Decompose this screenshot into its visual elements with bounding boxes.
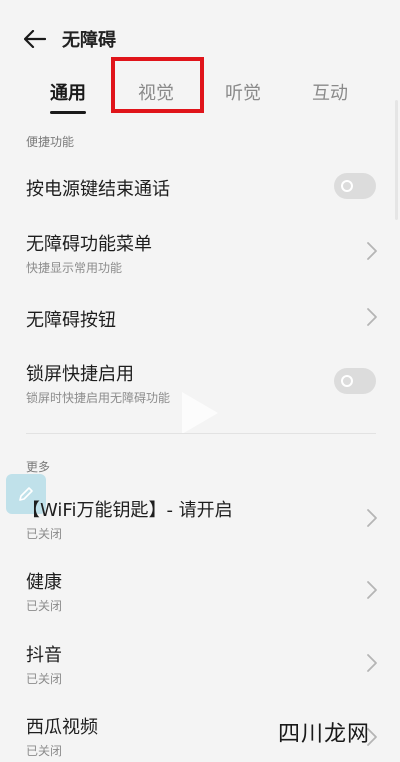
tab-bar: 通用 视觉 听觉 互动 [0, 70, 400, 114]
tab-label: 通用 [50, 83, 86, 104]
tab-hearing[interactable]: 听觉 [198, 70, 288, 114]
tab-vision[interactable]: 视觉 [111, 70, 201, 114]
list-item-douyin[interactable]: 抖音 已关闭 [0, 631, 400, 695]
toggle-switch[interactable] [334, 173, 376, 199]
list-item-subtitle: 已关闭 [26, 672, 63, 686]
tab-label: 听觉 [225, 83, 261, 104]
toggle-knob [341, 180, 353, 192]
play-icon [182, 392, 218, 434]
chevron-right-icon [367, 308, 377, 326]
list-item-subtitle: 快捷显示常用功能 [26, 261, 123, 275]
chevron-right-icon [367, 242, 377, 260]
list-item-power-key-end-call[interactable]: 按电源键结束通话 [0, 160, 400, 212]
list-item-subtitle: 已关闭 [26, 527, 63, 541]
list-item-title: 按电源键结束通话 [26, 179, 170, 200]
list-item-title: 抖音 [26, 645, 62, 666]
toggle-knob [341, 375, 353, 387]
top-app-bar: 无障碍 [22, 22, 400, 56]
arrow-left-icon [24, 30, 46, 48]
list-item-subtitle: 已关闭 [26, 744, 63, 758]
tab-label: 互动 [312, 83, 348, 104]
toggle-switch[interactable] [334, 368, 376, 394]
watermark: 四川龙网 [277, 722, 370, 747]
list-item-title: 锁屏快捷启用 [26, 364, 134, 385]
list-item-title: 【WiFi万能钥匙】- 请开启 [22, 500, 233, 521]
section-label-more: 更多 [26, 460, 51, 474]
list-item-accessibility-button[interactable]: 无障碍按钮 [0, 290, 400, 344]
list-item-accessibility-menu[interactable]: 无障碍功能菜单 快捷显示常用功能 [0, 218, 400, 282]
list-item-title: 健康 [26, 572, 62, 593]
active-tab-indicator [50, 111, 86, 114]
tab-label: 视觉 [138, 83, 174, 104]
list-item-subtitle: 锁屏时快捷启用无障碍功能 [26, 391, 171, 405]
back-button[interactable] [22, 26, 48, 52]
chevron-right-icon [367, 509, 377, 527]
list-item-title: 西瓜视频 [26, 717, 98, 738]
section-label-shortcuts: 便捷功能 [26, 135, 75, 149]
list-item-subtitle: 已关闭 [26, 599, 63, 613]
chevron-right-icon [367, 654, 377, 672]
page-title: 无障碍 [62, 30, 116, 51]
chevron-right-icon [367, 581, 377, 599]
divider [26, 433, 376, 434]
list-item-title: 无障碍功能菜单 [26, 234, 152, 255]
list-item-title: 无障碍按钮 [26, 310, 116, 331]
list-item-wifi-master-key[interactable]: 【WiFi万能钥匙】- 请开启 已关闭 [0, 486, 400, 550]
tab-interaction[interactable]: 互动 [285, 70, 375, 114]
scrollbar[interactable] [395, 100, 398, 220]
tab-general[interactable]: 通用 [23, 70, 113, 114]
list-item-health[interactable]: 健康 已关闭 [0, 558, 400, 622]
